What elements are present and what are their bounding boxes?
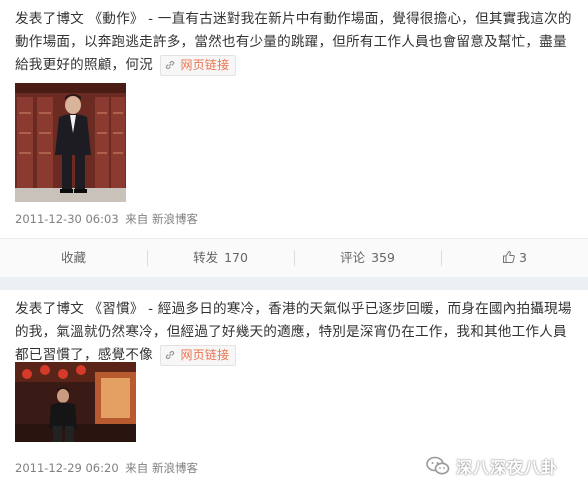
post-text: 发表了博文 《動作》 - 一直有古迷對我在新片中有動作場面，覺得很擔心，但其實我… bbox=[15, 8, 580, 77]
watermark: 深八深夜八卦 bbox=[426, 454, 558, 478]
photo-man-on-set bbox=[15, 362, 136, 442]
comment-count: 359 bbox=[371, 250, 395, 265]
web-link-label: 网页链接 bbox=[180, 57, 230, 72]
comment-button[interactable]: 评论 359 bbox=[294, 239, 441, 277]
post-source[interactable]: 来自 新浪博客 bbox=[125, 461, 198, 475]
post-source[interactable]: 来自 新浪博客 bbox=[125, 212, 198, 226]
post-body: 发表了博文 《習慣》 - 經過多日的寒冷，香港的天氣似乎已逐步回暖，而身在國內拍… bbox=[15, 301, 572, 363]
feed-separator bbox=[0, 277, 588, 291]
repost-count: 170 bbox=[224, 250, 248, 265]
post-photo-2[interactable] bbox=[15, 362, 136, 442]
web-link-label: 网页链接 bbox=[180, 347, 230, 362]
web-link-chip[interactable]: 网页链接 bbox=[160, 54, 237, 76]
thumbs-up-icon bbox=[503, 250, 515, 263]
post-timestamp[interactable]: 2011-12-29 06:20 bbox=[15, 461, 119, 475]
post-body: 发表了博文 《動作》 - 一直有古迷對我在新片中有動作場面，覺得很擔心，但其實我… bbox=[15, 11, 572, 73]
favorite-label: 收藏 bbox=[60, 250, 86, 265]
repost-label: 转发 bbox=[193, 250, 219, 265]
link-icon bbox=[166, 60, 175, 69]
weibo-post-1: 发表了博文 《動作》 - 一直有古迷對我在新片中有動作場面，覺得很擔心，但其實我… bbox=[0, 0, 588, 278]
web-link-chip[interactable]: 网页链接 bbox=[160, 344, 237, 366]
watermark-text: 深八深夜八卦 bbox=[456, 458, 559, 477]
post-timestamp[interactable]: 2011-12-30 06:03 bbox=[15, 212, 119, 226]
post-photo-1[interactable] bbox=[15, 83, 126, 202]
like-count: 3 bbox=[519, 250, 527, 265]
favorite-button[interactable]: 收藏 bbox=[0, 239, 147, 277]
wechat-icon bbox=[426, 456, 450, 475]
repost-button[interactable]: 转发 170 bbox=[147, 239, 294, 277]
link-icon bbox=[166, 350, 175, 359]
post-meta: 2011-12-29 06:20 来自 新浪博客 bbox=[15, 460, 201, 476]
post-text: 发表了博文 《習慣》 - 經過多日的寒冷，香港的天氣似乎已逐步回暖，而身在國內拍… bbox=[15, 298, 580, 367]
post-action-bar: 收藏 转发 170 评论 359 3 bbox=[0, 238, 588, 278]
like-button[interactable]: 3 bbox=[441, 239, 588, 277]
post-meta: 2011-12-30 06:03 来自 新浪博客 bbox=[15, 211, 201, 227]
comment-label: 评论 bbox=[340, 250, 366, 265]
photo-man-in-suit bbox=[15, 83, 126, 202]
